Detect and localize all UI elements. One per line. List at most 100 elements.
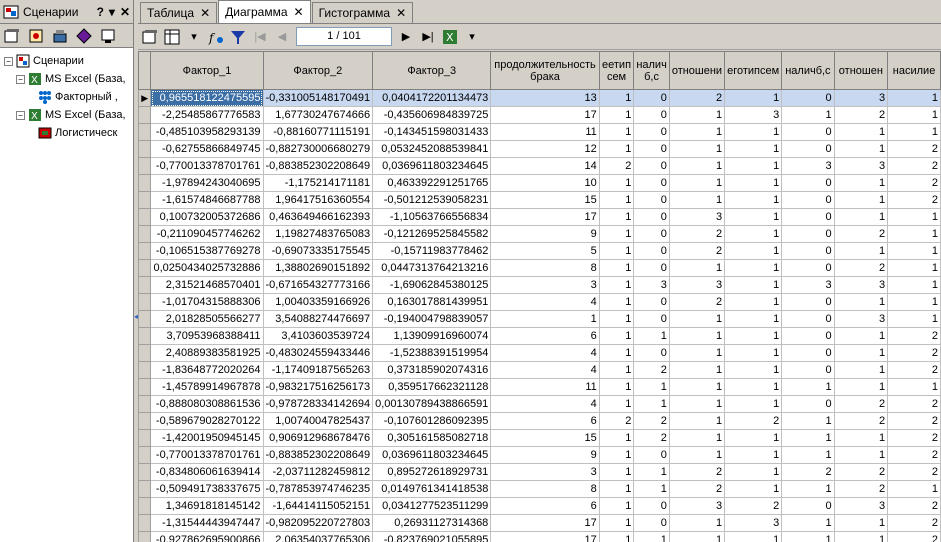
table-cell[interactable]: -1,83648772020264	[150, 361, 264, 379]
table-cell[interactable]: -0,982095220727803	[263, 514, 374, 532]
table-cell[interactable]: 0,463649466162393	[263, 208, 374, 226]
table-cell[interactable]: 0	[781, 191, 835, 209]
table-cell[interactable]: -2,03711282459812	[263, 463, 374, 481]
table-cell[interactable]: 2	[887, 140, 941, 158]
table-cell[interactable]: -0,211090457746262	[150, 225, 264, 243]
row-header[interactable]	[138, 344, 152, 362]
tree-node-scenarios[interactable]: − Сценарии	[2, 52, 131, 70]
table-cell[interactable]: 17	[490, 106, 600, 124]
table-cell[interactable]: 1	[781, 531, 835, 542]
table-cell[interactable]: 1	[834, 361, 889, 379]
table-cell[interactable]: 4	[490, 344, 600, 362]
table-cell[interactable]: 13	[490, 89, 600, 107]
table-row[interactable]: -1,31544443947447 -0,982095220727803 0,269…	[138, 514, 941, 532]
columns-icon[interactable]	[164, 29, 180, 45]
table-cell[interactable]: 0,359517662321128	[372, 378, 492, 396]
table-cell[interactable]: 0,463392291251765	[372, 174, 492, 192]
table-cell[interactable]: 2	[724, 412, 783, 430]
table-cell[interactable]: -1,42001950945145	[150, 429, 264, 447]
table-cell[interactable]: 2	[887, 463, 941, 481]
columns-dropdown[interactable]: ▾	[186, 30, 202, 43]
table-cell[interactable]: 3	[834, 157, 889, 175]
table-cell[interactable]: 1	[724, 395, 783, 413]
table-cell[interactable]: 0,305161585082718	[372, 429, 492, 447]
table-row[interactable]: -1,45789914967878 -0,983217516256173 0,359…	[138, 378, 941, 396]
table-cell[interactable]: 3	[724, 514, 783, 532]
table-row[interactable]: 2,01828505566277 3,54088274476697 -0,19400…	[138, 310, 941, 328]
table-cell[interactable]: -0,927862695900866	[150, 531, 264, 542]
table-cell[interactable]: 1	[724, 463, 783, 481]
table-cell[interactable]: -0,823769021055895	[372, 531, 492, 542]
table-cell[interactable]: 4	[490, 293, 600, 311]
table-cell[interactable]: 1	[834, 378, 889, 396]
table-cell[interactable]: 1	[887, 225, 941, 243]
table-cell[interactable]: 1	[669, 259, 726, 277]
column-header[interactable]: отношен	[833, 51, 889, 90]
table-cell[interactable]: 1	[599, 242, 635, 260]
table-cell[interactable]: 2	[633, 412, 670, 430]
table-cell[interactable]: 2	[669, 293, 726, 311]
properties-icon[interactable]	[4, 28, 20, 44]
table-cell[interactable]: 0,100732005372686	[150, 208, 264, 226]
grid-corner[interactable]	[138, 51, 152, 90]
excel-dropdown[interactable]: ▾	[464, 30, 480, 43]
table-cell[interactable]: 1	[599, 395, 635, 413]
column-header[interactable]: Фактор_2	[262, 51, 374, 90]
table-cell[interactable]: 1	[834, 344, 889, 362]
table-cell[interactable]: 6	[490, 327, 600, 345]
table-cell[interactable]: 1	[887, 480, 941, 498]
table-cell[interactable]: 1	[599, 446, 635, 464]
table-cell[interactable]: 1	[599, 514, 635, 532]
table-cell[interactable]: 2	[887, 514, 941, 532]
column-header[interactable]: еготипсем	[724, 51, 783, 90]
table-cell[interactable]: 1	[887, 378, 941, 396]
table-cell[interactable]: 2	[599, 412, 635, 430]
table-cell[interactable]: 1	[633, 531, 670, 542]
table-cell[interactable]: 1	[599, 497, 635, 515]
table-cell[interactable]: 3	[781, 157, 835, 175]
table-cell[interactable]: 1	[887, 293, 941, 311]
tree-node-logistic[interactable]: Логистическ	[2, 124, 131, 142]
row-header[interactable]: ▶	[138, 89, 152, 107]
table-cell[interactable]: 17	[490, 531, 600, 542]
table-cell[interactable]: 2,06354037765306	[263, 531, 374, 542]
table-cell[interactable]: 0	[633, 497, 670, 515]
table-cell[interactable]: 0	[633, 123, 670, 141]
excel-export-icon[interactable]: X	[442, 29, 458, 45]
report-icon[interactable]	[100, 28, 116, 44]
table-row[interactable]: -1,83648772020264 -1,17409187565263 0,3731…	[138, 361, 941, 379]
table-cell[interactable]: 0,0532452088539841	[372, 140, 492, 158]
table-cell[interactable]: 1	[599, 259, 635, 277]
table-cell[interactable]: 1	[669, 361, 726, 379]
table-cell[interactable]: -0,888080308861536	[150, 395, 264, 413]
table-cell[interactable]: 1	[781, 514, 835, 532]
table-cell[interactable]: 2,31521468570401	[150, 276, 264, 294]
collapse-icon[interactable]: −	[16, 110, 25, 120]
table-cell[interactable]: 2	[834, 259, 889, 277]
table-cell[interactable]: 11	[490, 378, 600, 396]
table-cell[interactable]: 1,96417516360554	[263, 191, 374, 209]
table-cell[interactable]: 0	[781, 259, 835, 277]
table-cell[interactable]: -0,589679028270122	[150, 412, 264, 430]
table-cell[interactable]: 2	[887, 412, 941, 430]
row-header[interactable]	[138, 446, 152, 464]
first-page-button[interactable]: |◀	[252, 30, 268, 43]
table-cell[interactable]: 1	[724, 429, 783, 447]
column-header[interactable]: наличб,с	[781, 51, 835, 90]
row-header[interactable]	[138, 497, 152, 515]
table-cell[interactable]: 2	[887, 344, 941, 362]
tree-node-factor-analysis[interactable]: Факторный ,	[2, 88, 131, 106]
table-cell[interactable]: 2	[669, 225, 726, 243]
table-cell[interactable]: 0	[633, 89, 670, 107]
table-cell[interactable]: 3	[724, 106, 783, 124]
analysis-icon[interactable]	[76, 27, 92, 44]
table-cell[interactable]: 1	[834, 174, 889, 192]
table-cell[interactable]: 2	[887, 446, 941, 464]
row-header[interactable]	[138, 123, 152, 141]
prev-page-button[interactable]: ◀	[274, 30, 290, 43]
row-header[interactable]	[138, 378, 152, 396]
next-page-button[interactable]: ▶	[398, 30, 414, 43]
table-cell[interactable]: 0	[781, 327, 835, 345]
table-cell[interactable]: 2,01828505566277	[150, 310, 264, 328]
table-cell[interactable]: -0,509491738337675	[150, 480, 264, 498]
